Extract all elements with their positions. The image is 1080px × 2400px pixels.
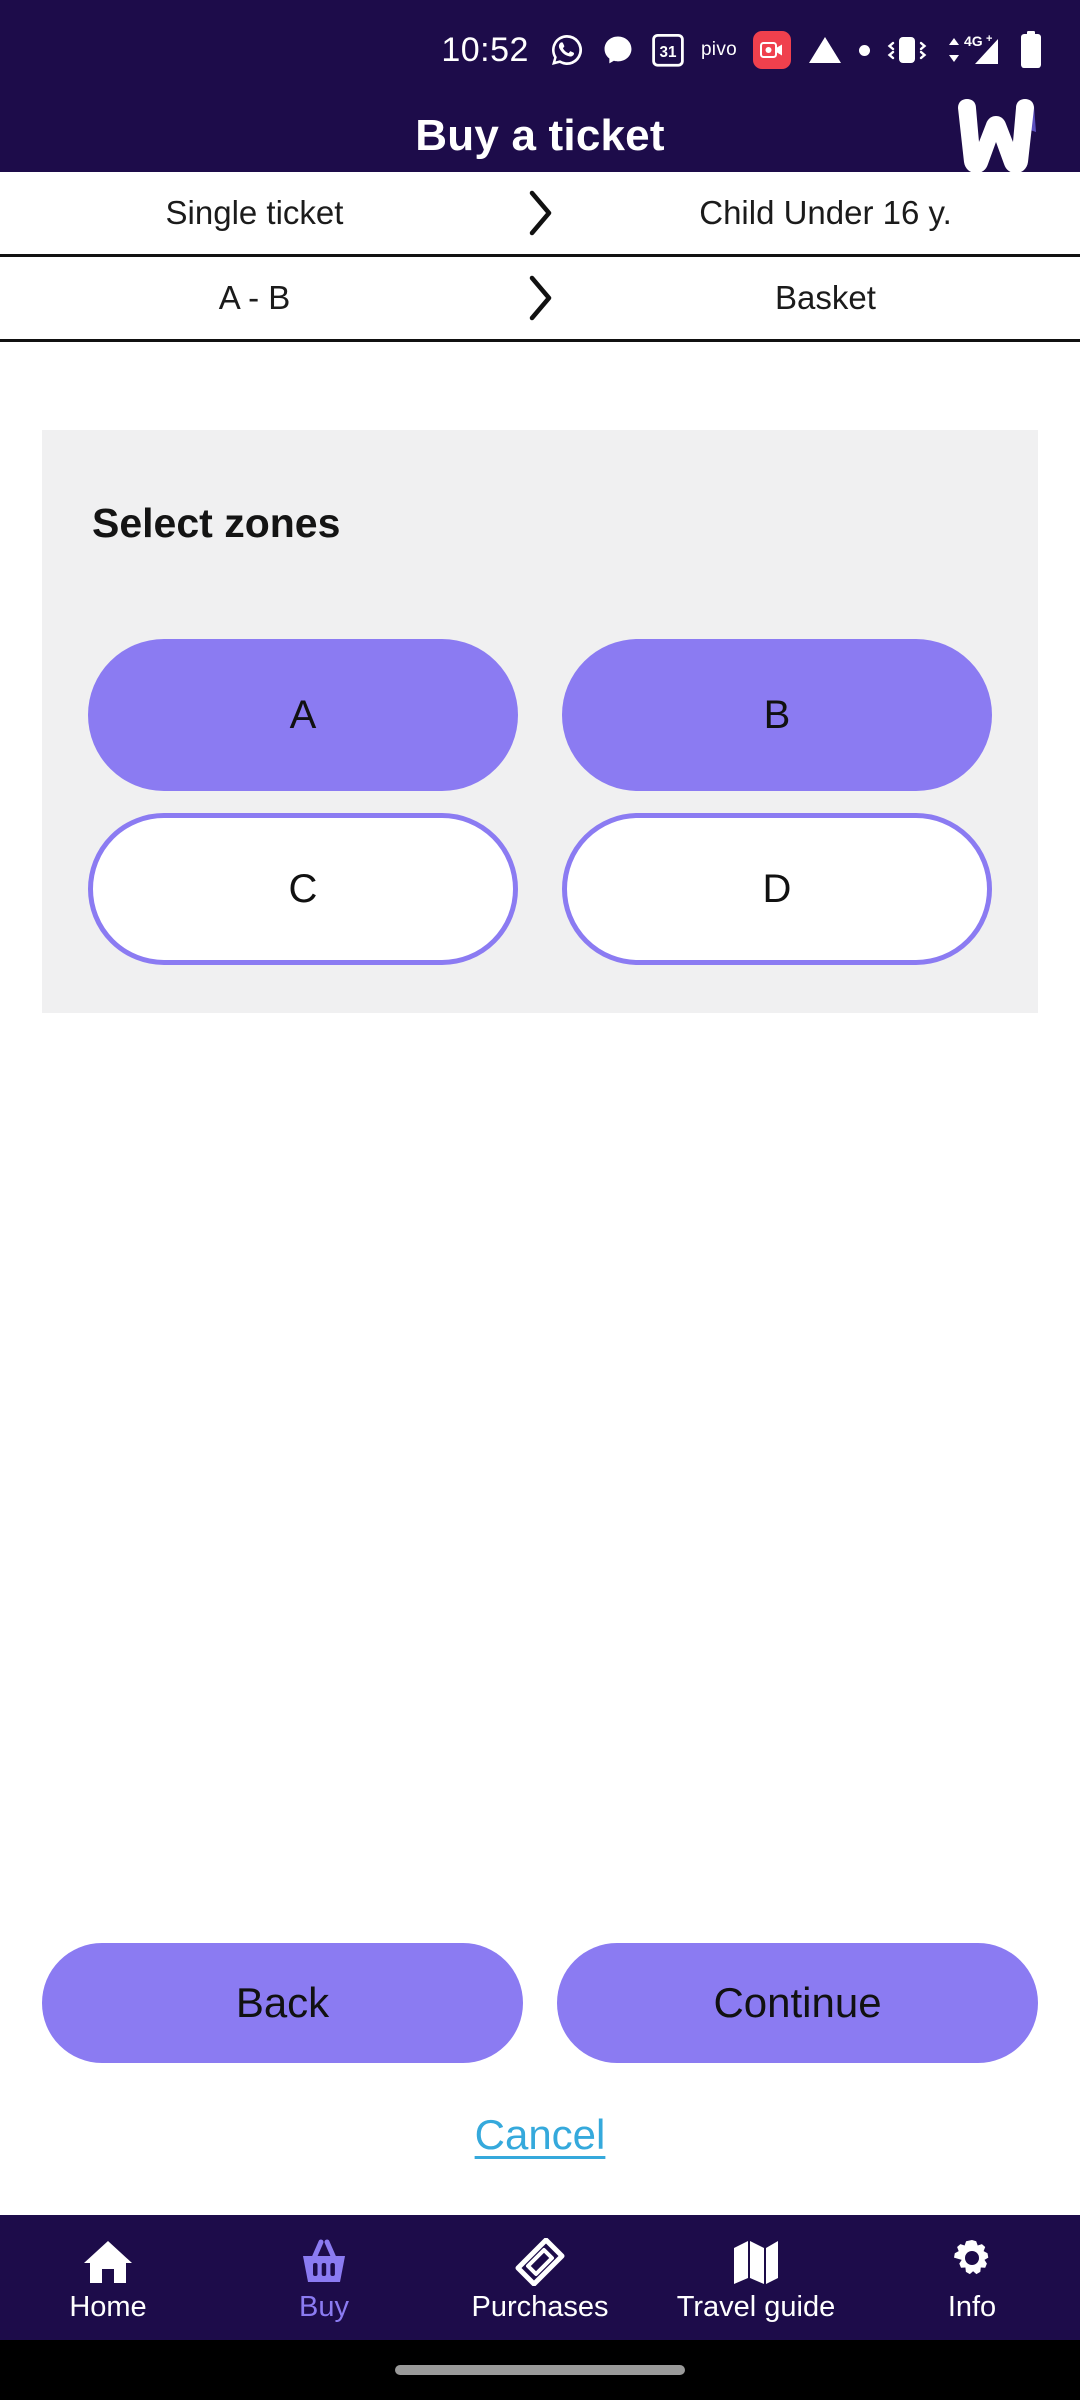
breadcrumb-item-basket[interactable]: Basket [595, 279, 1056, 317]
cancel-row: Cancel [0, 2111, 1080, 2215]
zones-grid: A B C D [88, 639, 992, 965]
dot-icon [859, 44, 870, 56]
breadcrumb-item-a-b[interactable]: A - B [24, 279, 485, 317]
bottom-navigation: Home Buy Purchases Travel guide Info [0, 2215, 1080, 2340]
ticket-icon [514, 2234, 566, 2286]
gear-icon [946, 2234, 998, 2286]
nav-label-info: Info [947, 2290, 997, 2323]
whatsapp-icon [549, 32, 585, 68]
triangle-icon [807, 35, 843, 65]
continue-button[interactable]: Continue [557, 1943, 1038, 2063]
nav-label-home: Home [69, 2290, 147, 2323]
status-bar: 10:52 31 pivo 4G + [0, 0, 1080, 100]
chevron-right-icon [485, 273, 595, 323]
zone-button-a[interactable]: A [88, 639, 518, 791]
calendar-31-icon: 31 [651, 32, 685, 68]
nav-label-buy: Buy [299, 2290, 349, 2323]
signal-4g-plus-icon: 4G + [944, 31, 1002, 69]
w-logo [948, 96, 1044, 176]
zone-button-b[interactable]: B [562, 639, 992, 791]
home-icon [82, 2234, 134, 2286]
nav-label-purchases: Purchases [471, 2290, 609, 2323]
page-title: Buy a ticket [415, 111, 665, 160]
nav-item-travel-guide[interactable]: Travel guide [648, 2234, 864, 2322]
screen-record-icon [753, 31, 791, 69]
basket-icon [298, 2234, 350, 2286]
zone-button-d[interactable]: D [562, 813, 992, 965]
nav-item-info[interactable]: Info [864, 2234, 1080, 2322]
battery-icon [1018, 30, 1044, 70]
nav-item-buy[interactable]: Buy [216, 2234, 432, 2322]
pivo-label: pivo [700, 39, 737, 60]
nav-item-home[interactable]: Home [0, 2234, 216, 2322]
breadcrumb: Single ticket Child Under 16 y. A - B Ba… [0, 172, 1080, 342]
status-bar-clock: 10:52 [441, 30, 529, 69]
nav-item-purchases[interactable]: Purchases [432, 2234, 648, 2322]
zone-button-c[interactable]: C [88, 813, 518, 965]
app-screen: 10:52 31 pivo 4G + Buy a ticket Single t… [0, 0, 1080, 2400]
breadcrumb-item-single-ticket[interactable]: Single ticket [24, 194, 485, 232]
select-zones-heading: Select zones [92, 500, 341, 546]
cancel-link[interactable]: Cancel [475, 2111, 606, 2159]
svg-text:31: 31 [659, 44, 676, 61]
svg-text:+: + [986, 33, 992, 45]
svg-text:4G: 4G [964, 33, 983, 49]
app-bar: Buy a ticket [0, 99, 1080, 173]
select-zones-card: Select zones A B C D [42, 430, 1038, 1013]
breadcrumb-item-child-under-16[interactable]: Child Under 16 y. [595, 194, 1056, 232]
back-button[interactable]: Back [42, 1943, 523, 2063]
gesture-navigation-bar [0, 2340, 1080, 2400]
action-buttons: Back Continue [0, 1943, 1080, 2063]
map-icon [730, 2234, 782, 2286]
chevron-right-icon [485, 188, 595, 238]
gesture-pill[interactable] [395, 2365, 685, 2375]
breadcrumb-row-1: Single ticket Child Under 16 y. [0, 172, 1080, 257]
breadcrumb-row-2: A - B Basket [0, 257, 1080, 342]
vibrate-icon [886, 33, 928, 67]
nav-label-travel-guide: Travel guide [676, 2290, 836, 2323]
messenger-icon [601, 33, 635, 67]
main-content: Select zones A B C D Back Continue Cance… [0, 342, 1080, 2215]
